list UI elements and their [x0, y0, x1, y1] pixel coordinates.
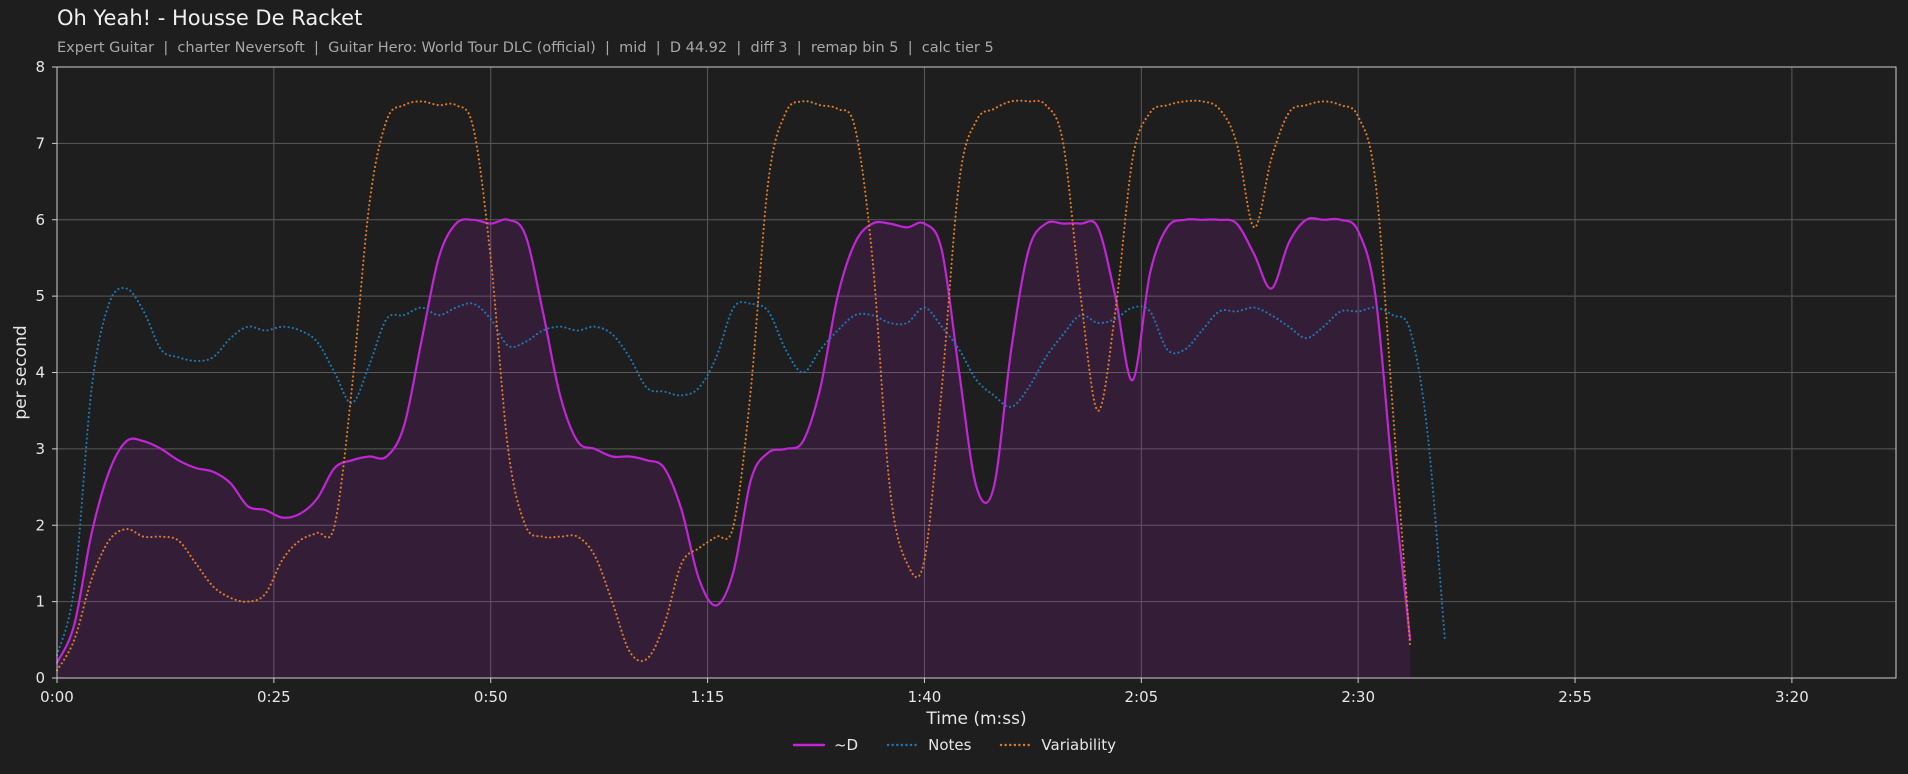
y-tick-label: 7 [35, 134, 45, 152]
x-tick-label: 2:05 [1124, 688, 1158, 706]
x-tick-label: 1:15 [691, 688, 725, 706]
area-fills [57, 218, 1411, 679]
x-tick-label: 0:00 [40, 688, 74, 706]
line-chart: 0:00 0:25 0:50 1:15 1:40 2:05 2:30 2:55 3:20 0 1 2… [11, 58, 1897, 729]
legend-swatch [792, 743, 826, 747]
y-axis-ticks: 0 1 2 3 4 5 6 7 8 [35, 58, 57, 687]
legend-swatch [886, 743, 920, 747]
y-tick-label: 1 [35, 593, 45, 611]
y-tick-label: 2 [35, 516, 45, 534]
x-tick-label: 0:25 [257, 688, 291, 706]
legend-label: Variability [1041, 736, 1117, 754]
x-tick-label: 0:50 [474, 688, 508, 706]
legend-item-notes: Notes [886, 736, 971, 754]
y-tick-label: 6 [35, 211, 45, 229]
y-tick-label: 4 [35, 364, 45, 382]
y-tick-label: 3 [35, 440, 45, 458]
legend-item-d: ~D [792, 736, 858, 754]
x-tick-label: 3:20 [1775, 688, 1809, 706]
x-tick-label: 1:40 [908, 688, 942, 706]
legend-label: ~D [833, 736, 859, 754]
x-tick-label: 2:55 [1558, 688, 1592, 706]
x-axis-ticks: 0:00 0:25 0:50 1:15 1:40 2:05 2:30 2:55 3:20 [40, 678, 1809, 706]
y-axis-label: per second [11, 325, 31, 419]
x-tick-label: 2:30 [1341, 688, 1375, 706]
x-axis-label: Time (m:ss) [925, 709, 1026, 729]
legend-item-variability: Variability [999, 736, 1116, 754]
series-area-d [57, 218, 1411, 679]
y-tick-label: 0 [35, 669, 45, 687]
legend-swatch [1000, 743, 1033, 747]
y-tick-label: 8 [35, 58, 45, 76]
legend-label: Notes [928, 736, 972, 754]
y-tick-label: 5 [35, 287, 45, 305]
legend: ~D Notes Variability [0, 736, 1908, 754]
